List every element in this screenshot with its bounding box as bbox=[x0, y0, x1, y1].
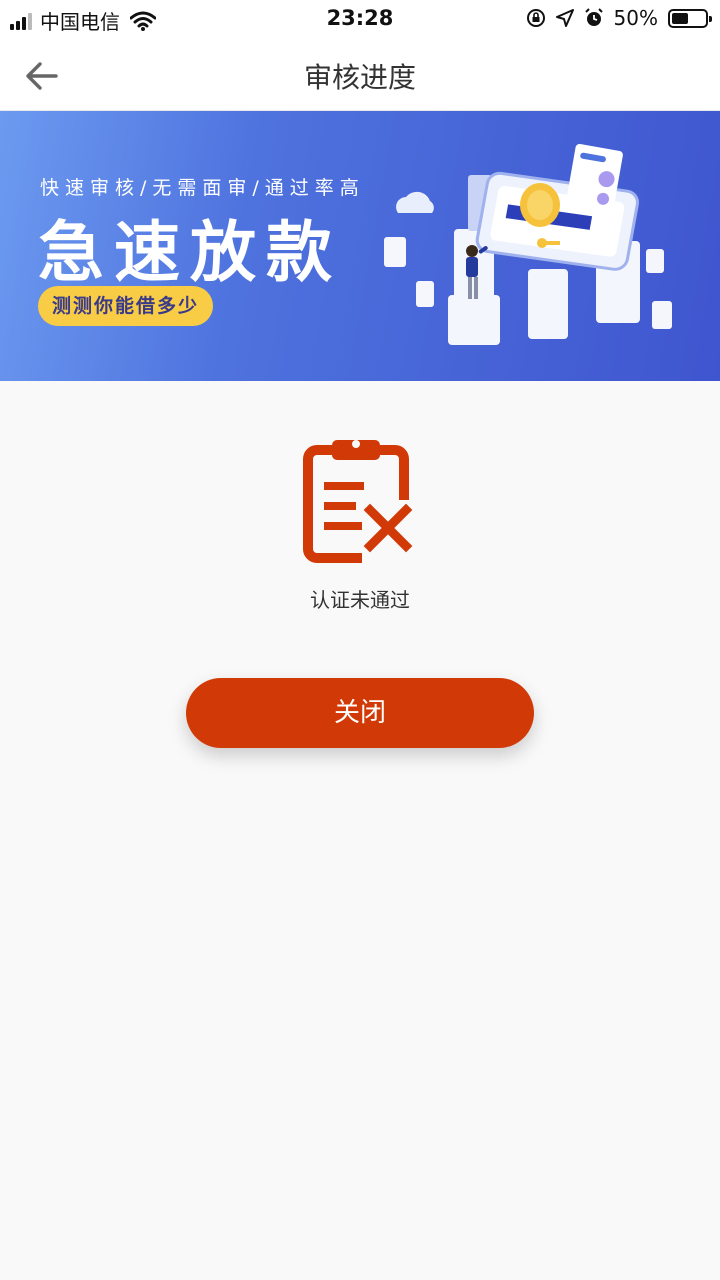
banner-tagline: 快速审核/无需面审/通过率高 bbox=[40, 177, 365, 199]
rotation-lock-icon bbox=[526, 9, 545, 27]
verification-status-text: 认证未通过 bbox=[310, 588, 410, 612]
loan-estimate-button[interactable]: 测测你能借多少 bbox=[38, 286, 214, 326]
battery-percent: 50% bbox=[613, 6, 658, 30]
promo-banner[interactable]: 快速审核/无需面审/通过率高 急速放款 测测你能借多少 bbox=[0, 111, 720, 381]
clipboard-reject-icon bbox=[303, 440, 418, 564]
alarm-icon bbox=[584, 8, 603, 26]
page-title: 审核进度 bbox=[303, 61, 416, 94]
nav-bar: 审核进度 bbox=[0, 40, 720, 111]
battery-fill bbox=[672, 12, 688, 24]
close-button[interactable]: 关闭 bbox=[186, 678, 534, 748]
arrow-left-icon bbox=[26, 62, 58, 90]
location-icon bbox=[555, 9, 574, 27]
status-right: 50% bbox=[526, 6, 712, 30]
status-bar: 中国电信 23:28 50% bbox=[0, 0, 720, 40]
back-button[interactable] bbox=[16, 50, 68, 102]
battery-icon bbox=[668, 8, 712, 28]
banner-title: 急速放款 bbox=[38, 214, 342, 291]
